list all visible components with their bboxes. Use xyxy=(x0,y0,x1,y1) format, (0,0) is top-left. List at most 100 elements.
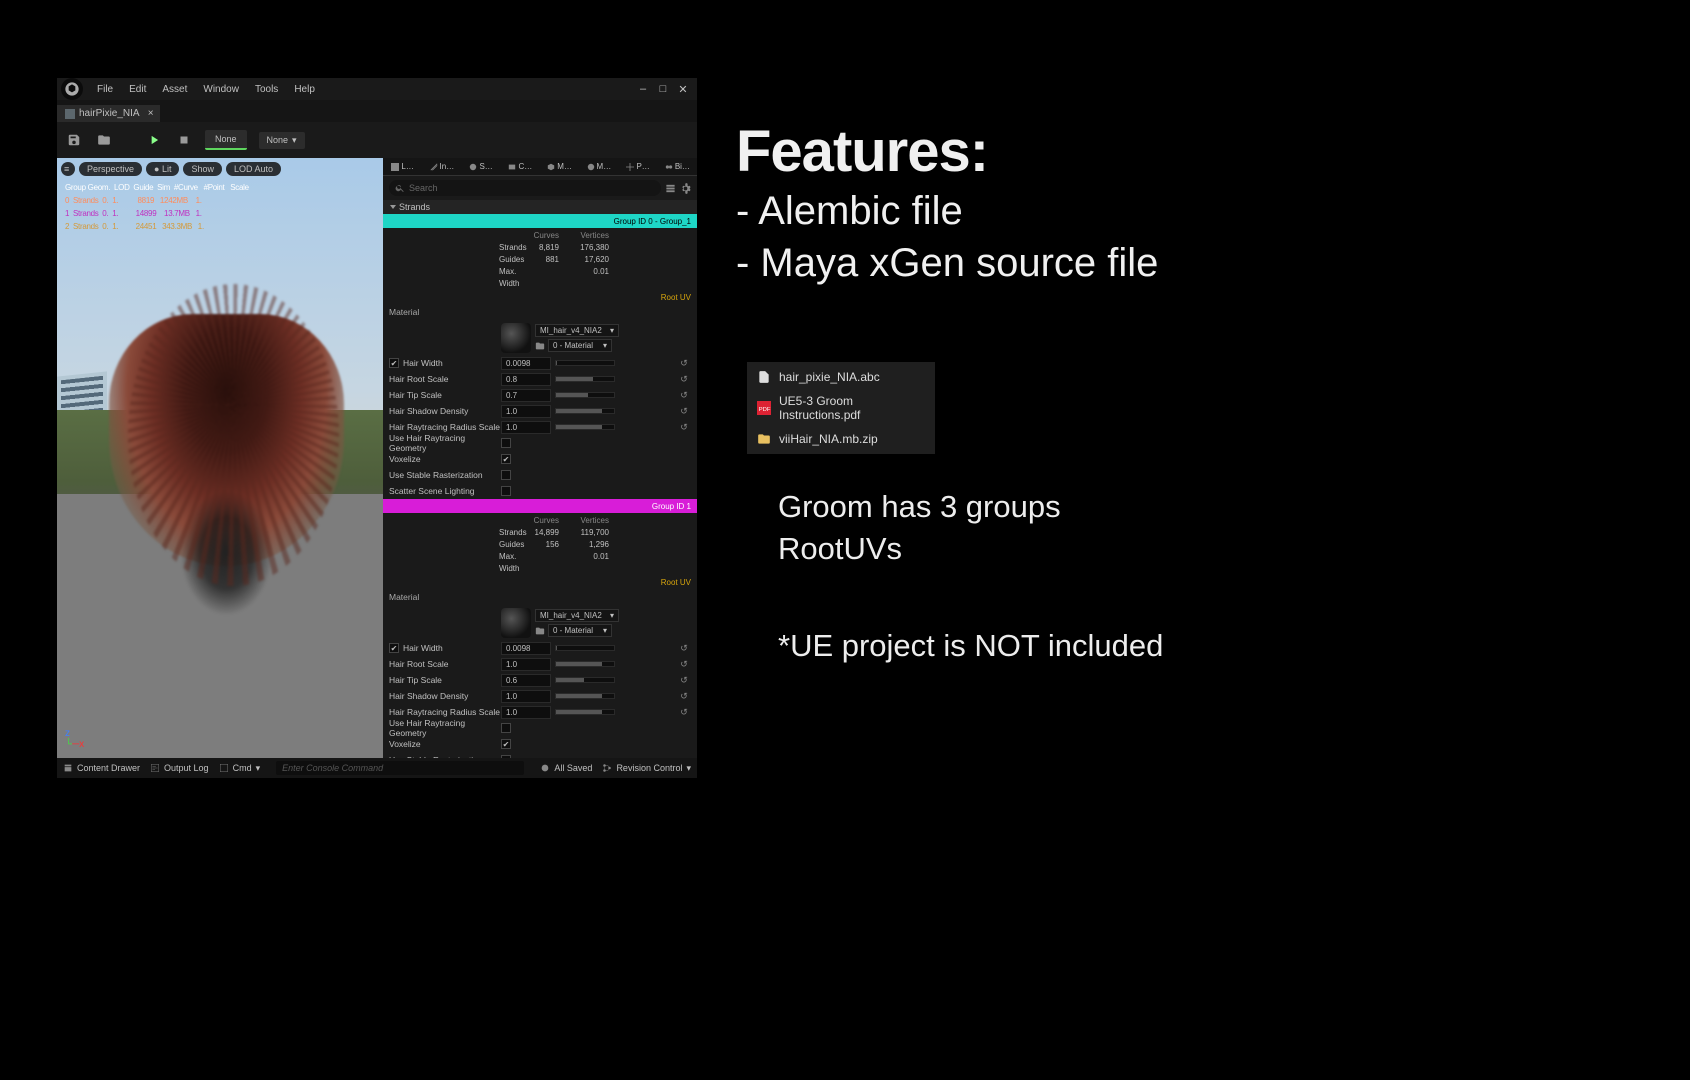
slider[interactable] xyxy=(555,693,615,699)
reset-icon[interactable]: ↺ xyxy=(677,390,691,401)
reset-icon[interactable]: ↺ xyxy=(677,675,691,686)
revision-control-button[interactable]: Revision Control ▾ xyxy=(602,763,691,774)
number-input[interactable]: 1.0 xyxy=(501,405,551,418)
dtab-physics[interactable]: P… xyxy=(619,158,658,176)
number-input[interactable]: 0.0098 xyxy=(501,357,551,370)
svg-text:PDF: PDF xyxy=(759,407,771,413)
dtab-cards[interactable]: C… xyxy=(501,158,540,176)
slider[interactable] xyxy=(555,376,615,382)
settings-icon[interactable] xyxy=(680,183,691,194)
prop-label: Voxelize xyxy=(389,454,421,464)
output-log-button[interactable]: Output Log xyxy=(150,763,209,773)
number-input[interactable]: 1.0 xyxy=(501,421,551,434)
search-input[interactable]: Search xyxy=(389,180,661,196)
checkbox[interactable] xyxy=(501,739,511,749)
browse-icon[interactable] xyxy=(95,131,113,149)
filter-icon[interactable] xyxy=(665,183,676,194)
vp-perspective[interactable]: Perspective xyxy=(79,162,142,176)
material-slot-picker[interactable]: 0 - Material▾ xyxy=(548,339,612,352)
slider[interactable] xyxy=(555,392,615,398)
groom-asset-icon xyxy=(65,109,75,119)
menu-tools[interactable]: Tools xyxy=(247,84,286,95)
maximize-icon[interactable]: □ xyxy=(655,81,671,97)
material-picker[interactable]: MI_hair_v4_NIA2▾ xyxy=(535,324,619,337)
checkbox[interactable] xyxy=(501,454,511,464)
prop-row: Hair Shadow Density 1.0 ↺ xyxy=(383,688,697,704)
preview-dropdown[interactable]: None▾ xyxy=(259,132,305,149)
number-input[interactable]: 0.7 xyxy=(501,389,551,402)
prop-label: Use Stable Rasterization xyxy=(389,470,483,480)
dtab-binding[interactable]: Bi… xyxy=(658,158,697,176)
menu-help[interactable]: Help xyxy=(286,84,323,95)
slider[interactable] xyxy=(555,645,615,651)
menu-asset[interactable]: Asset xyxy=(154,84,195,95)
checkbox[interactable] xyxy=(501,438,511,448)
browse-asset-icon[interactable] xyxy=(535,626,545,636)
viewport-menu-icon[interactable]: ≡ xyxy=(61,162,75,176)
material-slot-picker[interactable]: 0 - Material▾ xyxy=(548,624,612,637)
material-thumbnail[interactable] xyxy=(501,608,531,638)
slider[interactable] xyxy=(555,709,615,715)
reset-icon[interactable]: ↺ xyxy=(677,659,691,670)
dtab-interpolation[interactable]: In… xyxy=(422,158,461,176)
menu-window[interactable]: Window xyxy=(195,84,247,95)
viewport[interactable]: ≡ Perspective ● Lit Show LOD Auto Group … xyxy=(57,158,383,758)
reset-icon[interactable]: ↺ xyxy=(677,707,691,718)
slider[interactable] xyxy=(555,661,615,667)
vp-lod-auto[interactable]: LOD Auto xyxy=(226,162,281,176)
number-input[interactable]: 0.8 xyxy=(501,373,551,386)
reset-icon[interactable]: ↺ xyxy=(677,406,691,417)
prop-label: Hair Shadow Density xyxy=(389,691,468,701)
vp-lit[interactable]: ● Lit xyxy=(146,162,179,176)
slider[interactable] xyxy=(555,408,615,414)
checkbox[interactable] xyxy=(501,470,511,480)
number-input[interactable]: 1.0 xyxy=(501,690,551,703)
checkbox[interactable] xyxy=(389,358,399,368)
browse-asset-icon[interactable] xyxy=(535,341,545,351)
cmd-button[interactable]: Cmd ▾ xyxy=(219,763,261,774)
dtab-materials[interactable]: M… xyxy=(579,158,618,176)
content-drawer-button[interactable]: Content Drawer xyxy=(63,763,140,773)
menu-file[interactable]: File xyxy=(89,84,121,95)
file-icon xyxy=(757,370,771,384)
vp-show[interactable]: Show xyxy=(183,162,222,176)
close-tab-icon[interactable]: × xyxy=(148,108,154,119)
stop-icon[interactable] xyxy=(175,131,193,149)
prop-label: Hair Raytracing Radius Scale xyxy=(389,422,500,432)
checkbox[interactable] xyxy=(501,755,511,758)
minimize-icon[interactable]: – xyxy=(635,81,651,97)
number-input[interactable]: 1.0 xyxy=(501,658,551,671)
file-label: UE5-3 Groom Instructions.pdf xyxy=(779,394,925,422)
prop-label: Use Stable Rasterization xyxy=(389,755,483,758)
save-icon[interactable] xyxy=(65,131,83,149)
preview-mode-none[interactable]: None xyxy=(205,130,247,150)
reset-icon[interactable]: ↺ xyxy=(677,374,691,385)
number-input[interactable]: 1.0 xyxy=(501,706,551,719)
tab-hairpixie[interactable]: hairPixie_NIA × xyxy=(57,105,160,122)
group-header-0[interactable]: Group ID 0 - Group_1 xyxy=(383,214,697,228)
section-strands[interactable]: Strands xyxy=(383,200,697,214)
console-input[interactable]: Enter Console Command xyxy=(276,761,524,775)
group-header-1[interactable]: Group ID 1 xyxy=(383,499,697,513)
dtab-meshes[interactable]: M… xyxy=(540,158,579,176)
dtab-lods[interactable]: L… xyxy=(383,158,422,176)
slider[interactable] xyxy=(555,677,615,683)
reset-icon[interactable]: ↺ xyxy=(677,358,691,369)
reset-icon[interactable]: ↺ xyxy=(677,422,691,433)
reset-icon[interactable]: ↺ xyxy=(677,691,691,702)
checkbox[interactable] xyxy=(501,486,511,496)
menu-edit[interactable]: Edit xyxy=(121,84,154,95)
slider[interactable] xyxy=(555,360,615,366)
reset-icon[interactable]: ↺ xyxy=(677,643,691,654)
number-input[interactable]: 0.6 xyxy=(501,674,551,687)
checkbox[interactable] xyxy=(389,643,399,653)
play-icon[interactable] xyxy=(145,131,163,149)
slider[interactable] xyxy=(555,424,615,430)
dtab-strands[interactable]: S… xyxy=(462,158,501,176)
close-icon[interactable]: ✕ xyxy=(675,81,691,97)
number-input[interactable]: 0.0098 xyxy=(501,642,551,655)
checkbox[interactable] xyxy=(501,723,511,733)
material-thumbnail[interactable] xyxy=(501,323,531,353)
material-picker[interactable]: MI_hair_v4_NIA2▾ xyxy=(535,609,619,622)
prop-label: Hair Width xyxy=(403,643,443,653)
